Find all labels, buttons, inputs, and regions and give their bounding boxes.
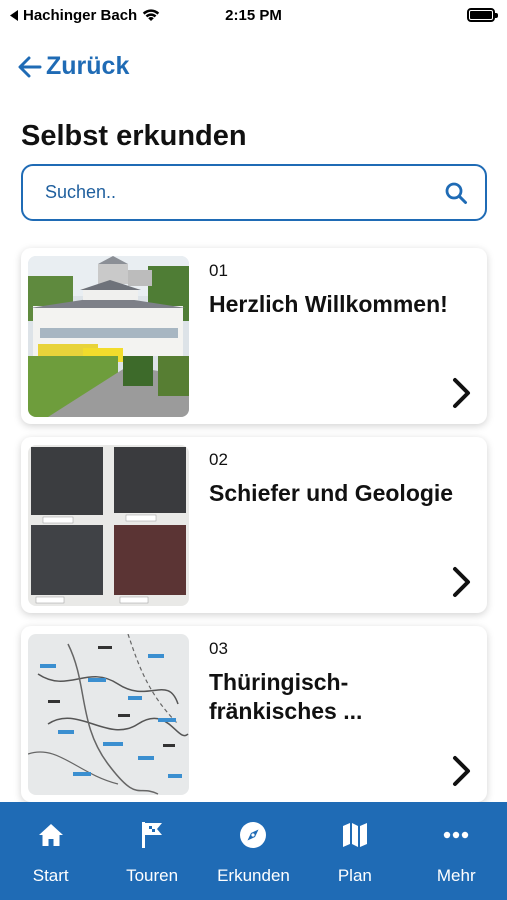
- more-icon: [441, 820, 471, 850]
- tab-bar: Start Touren Erkunden Plan Mehr: [0, 802, 507, 900]
- chevron-right-icon: [453, 567, 470, 597]
- battery-icon: [467, 8, 498, 22]
- home-icon: [36, 820, 66, 850]
- chevron-right-icon: [453, 756, 470, 786]
- wifi-icon: [143, 9, 160, 21]
- chevron-right-icon: [453, 378, 470, 408]
- tab-start[interactable]: Start: [1, 820, 101, 900]
- list-item[interactable]: 01 Herzlich Willkommen!: [21, 248, 487, 424]
- tab-erkunden[interactable]: Erkunden: [203, 820, 303, 900]
- item-title: Thüringisch-fränkisches ...: [209, 669, 363, 724]
- page-title: Selbst erkunden: [21, 120, 247, 152]
- map-icon: [340, 820, 370, 850]
- search-input[interactable]: [45, 182, 443, 203]
- search-box[interactable]: [21, 164, 487, 221]
- back-label: Zurück: [46, 52, 130, 80]
- back-app-label: Hachinger Bach: [23, 6, 138, 24]
- back-to-app-icon: [10, 9, 18, 21]
- tab-plan[interactable]: Plan: [305, 820, 405, 900]
- list-item[interactable]: 02 Schiefer und Geologie: [21, 437, 487, 613]
- status-bar: Hachinger Bach 2:15 PM: [0, 0, 507, 30]
- tab-label: Touren: [126, 866, 179, 885]
- slate-samples-photo: [28, 445, 189, 606]
- tab-label: Erkunden: [217, 866, 290, 885]
- arrow-left-icon: [18, 56, 42, 77]
- tab-mehr[interactable]: Mehr: [406, 820, 506, 900]
- tab-label: Plan: [337, 866, 372, 885]
- tab-label: Start: [32, 866, 69, 885]
- item-title: Schiefer und Geologie: [209, 480, 454, 506]
- tab-touren[interactable]: Touren: [102, 820, 202, 900]
- search-icon[interactable]: [443, 180, 469, 206]
- list-item[interactable]: 03 Thüringisch-fränkisches ...: [21, 626, 487, 802]
- map-photo: [28, 634, 189, 795]
- item-title: Herzlich Willkommen!: [209, 291, 448, 317]
- item-number: 03: [209, 639, 228, 658]
- item-number: 01: [209, 261, 228, 280]
- museum-building-photo: [28, 256, 189, 417]
- tab-label: Mehr: [436, 866, 476, 885]
- exhibit-list: 01 Herzlich Willkommen! 02 Schiefer und …: [21, 248, 487, 815]
- back-button[interactable]: Zurück: [18, 52, 129, 81]
- flag-icon: [137, 820, 167, 850]
- status-left[interactable]: Hachinger Bach: [10, 7, 200, 24]
- item-number: 02: [209, 450, 228, 469]
- compass-icon: [238, 820, 268, 850]
